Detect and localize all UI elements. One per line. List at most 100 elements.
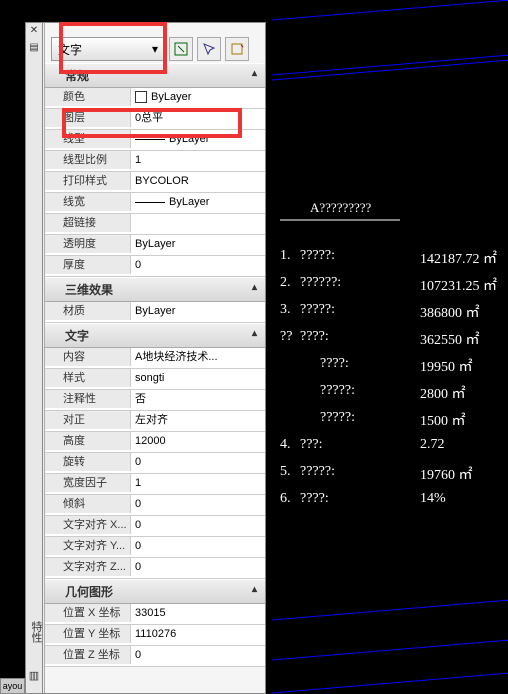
drawing-row-value[interactable]: 107231.25 ㎡ — [420, 275, 497, 295]
drawing-row-label[interactable]: ?????: — [300, 464, 335, 480]
property-row[interactable]: 透明度ByLayer — [45, 235, 265, 256]
drawing-row-num[interactable]: ?? — [280, 329, 292, 345]
close-icon[interactable]: ✕ — [26, 24, 42, 40]
property-value[interactable] — [131, 214, 265, 234]
drawing-row-label[interactable]: ?????: — [300, 302, 335, 318]
drawing-row-label[interactable]: ????: — [300, 329, 329, 345]
drawing-row-label[interactable]: ?????: — [320, 383, 355, 399]
object-type-selector[interactable]: 文字 ▾ — [51, 37, 165, 61]
property-label: 位置 Y 坐标 — [45, 625, 131, 643]
property-row[interactable]: 超链接 — [45, 214, 265, 235]
property-value[interactable]: ByLayer — [131, 193, 265, 213]
property-value[interactable]: 0 — [131, 558, 265, 578]
drawing-row-num[interactable]: 5. — [280, 464, 291, 480]
pin-icon[interactable]: ▥ — [27, 669, 41, 683]
drawing-row-value[interactable]: 2800 ㎡ — [420, 383, 466, 403]
property-label: 图层 — [45, 109, 131, 127]
property-value[interactable]: 0 — [131, 516, 265, 536]
property-value[interactable]: 0总平 — [131, 109, 265, 129]
property-row[interactable]: 文字对齐 Y...0 — [45, 537, 265, 558]
property-label: 旋转 — [45, 453, 131, 471]
property-row[interactable]: 高度12000 — [45, 432, 265, 453]
property-value[interactable]: ByLayer — [131, 302, 265, 322]
group-header[interactable]: 常规▴ — [45, 63, 265, 88]
property-row[interactable]: 位置 Z 坐标0 — [45, 646, 265, 667]
drawing-row-label[interactable]: ?????: — [300, 248, 335, 264]
property-label: 样式 — [45, 369, 131, 387]
drawing-row-label[interactable]: ????: — [300, 491, 329, 507]
property-row[interactable]: 注释性否 — [45, 390, 265, 411]
drawing-row-value[interactable]: 14% — [420, 491, 446, 507]
property-row[interactable]: 厚度0 — [45, 256, 265, 277]
drawing-row-num[interactable]: 4. — [280, 437, 291, 453]
property-row[interactable]: 位置 Y 坐标1110276 — [45, 625, 265, 646]
property-row[interactable]: 线宽ByLayer — [45, 193, 265, 214]
drawing-title[interactable]: A????????? — [310, 200, 371, 216]
toggle-pickadd-icon[interactable] — [225, 37, 249, 61]
property-row[interactable]: 旋转0 — [45, 453, 265, 474]
property-label: 文字对齐 Y... — [45, 537, 131, 555]
property-value[interactable]: 0 — [131, 646, 265, 666]
property-value[interactable]: ByLayer — [131, 235, 265, 255]
property-row[interactable]: 宽度因子1 — [45, 474, 265, 495]
property-value[interactable]: 0 — [131, 453, 265, 473]
property-row[interactable]: 倾斜0 — [45, 495, 265, 516]
collapse-arrow-icon[interactable]: ▴ — [252, 328, 257, 339]
drawing-row-value[interactable]: 362550 ㎡ — [420, 329, 480, 349]
menu-icon[interactable]: ▤ — [26, 41, 42, 57]
properties-list[interactable]: 常规▴颜色ByLayer图层0总平线型ByLayer线型比例1打印样式BYCOL… — [45, 63, 265, 693]
property-value[interactable]: 左对齐 — [131, 411, 265, 431]
collapse-arrow-icon[interactable]: ▴ — [252, 68, 257, 79]
property-row[interactable]: 线型比例1 — [45, 151, 265, 172]
property-value[interactable]: 1110276 — [131, 625, 265, 645]
drawing-row-label[interactable]: ?????: — [320, 410, 355, 426]
drawing-row-value[interactable]: 19760 ㎡ — [420, 464, 473, 484]
select-objects-icon[interactable] — [197, 37, 221, 61]
property-row[interactable]: 对正左对齐 — [45, 411, 265, 432]
property-row[interactable]: 位置 X 坐标33015 — [45, 604, 265, 625]
property-value[interactable]: 0 — [131, 495, 265, 515]
property-value[interactable]: 12000 — [131, 432, 265, 452]
property-row[interactable]: 打印样式BYCOLOR — [45, 172, 265, 193]
property-row[interactable]: 文字对齐 Z...0 — [45, 558, 265, 579]
drawing-row-value[interactable]: 2.72 — [420, 437, 445, 453]
drawing-row-label[interactable]: ????: — [320, 356, 349, 372]
layout-tab[interactable]: ayou — [0, 678, 25, 694]
drawing-row-value[interactable]: 142187.72 ㎡ — [420, 248, 497, 268]
property-row[interactable]: 样式songti — [45, 369, 265, 390]
property-value[interactable]: 33015 — [131, 604, 265, 624]
property-value[interactable]: 1 — [131, 151, 265, 171]
property-row[interactable]: 材质ByLayer — [45, 302, 265, 323]
property-row[interactable]: 图层0总平 — [45, 109, 265, 130]
property-value[interactable]: A地块经济技术... — [131, 348, 265, 368]
collapse-arrow-icon[interactable]: ▴ — [252, 282, 257, 293]
group-header[interactable]: 三维效果▴ — [45, 277, 265, 302]
property-value[interactable]: 1 — [131, 474, 265, 494]
drawing-row-value[interactable]: 1500 ㎡ — [420, 410, 466, 430]
property-value[interactable]: ByLayer — [131, 88, 265, 108]
property-label: 颜色 — [45, 88, 131, 106]
drawing-row-num[interactable]: 6. — [280, 491, 291, 507]
drawing-row-label[interactable]: ???: — [300, 437, 323, 453]
property-value[interactable]: 否 — [131, 390, 265, 410]
drawing-row-label[interactable]: ??????: — [300, 275, 341, 291]
property-row[interactable]: 颜色ByLayer — [45, 88, 265, 109]
drawing-row-value[interactable]: 19950 ㎡ — [420, 356, 473, 376]
property-row[interactable]: 文字对齐 X...0 — [45, 516, 265, 537]
collapse-arrow-icon[interactable]: ▴ — [252, 584, 257, 595]
property-value[interactable]: 0 — [131, 256, 265, 276]
property-value[interactable]: ByLayer — [131, 130, 265, 150]
property-label: 注释性 — [45, 390, 131, 408]
drawing-row-num[interactable]: 3. — [280, 302, 291, 318]
group-header[interactable]: 几何图形▴ — [45, 579, 265, 604]
group-header[interactable]: 文字▴ — [45, 323, 265, 348]
property-value[interactable]: BYCOLOR — [131, 172, 265, 192]
property-row[interactable]: 线型ByLayer — [45, 130, 265, 151]
drawing-row-num[interactable]: 2. — [280, 275, 291, 291]
property-row[interactable]: 内容A地块经济技术... — [45, 348, 265, 369]
property-value[interactable]: songti — [131, 369, 265, 389]
drawing-row-num[interactable]: 1. — [280, 248, 291, 264]
quick-select-icon[interactable] — [169, 37, 193, 61]
drawing-row-value[interactable]: 386800 ㎡ — [420, 302, 480, 322]
property-value[interactable]: 0 — [131, 537, 265, 557]
